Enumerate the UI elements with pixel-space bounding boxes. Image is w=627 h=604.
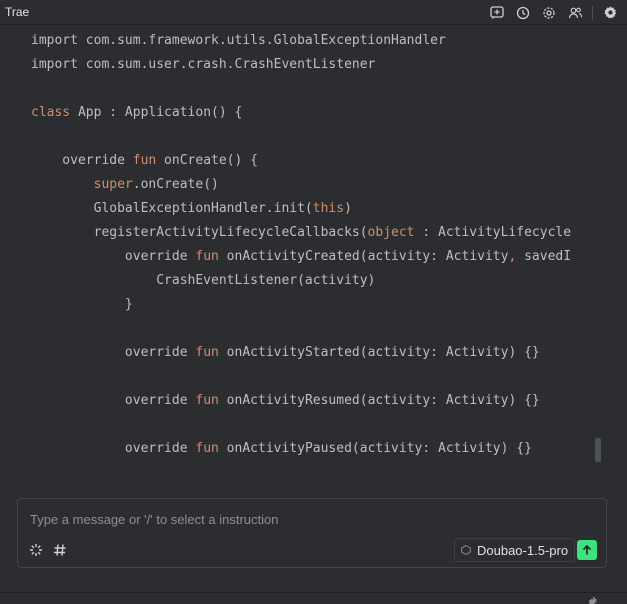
code-text: ) bbox=[344, 201, 352, 216]
code-line: } bbox=[31, 293, 579, 317]
code-line: super.onCreate() bbox=[31, 173, 579, 197]
new-chat-icon[interactable] bbox=[488, 4, 506, 22]
code-text: : ActivityLifecycle bbox=[414, 225, 572, 240]
message-input[interactable] bbox=[28, 511, 592, 528]
code-text: onActivityCreated(activity: Activity bbox=[218, 249, 509, 264]
code-keyword: fun bbox=[195, 249, 219, 264]
code-text: import com.sum.user.crash.CrashEventList… bbox=[31, 57, 376, 72]
code-text: override bbox=[31, 249, 196, 264]
code-keyword: object bbox=[367, 225, 415, 240]
code-text: onActivityPaused(activity: Activity) {} bbox=[218, 441, 532, 456]
model-name: Doubao-1.5-pro bbox=[477, 542, 569, 558]
gear-icon[interactable] bbox=[601, 4, 619, 22]
code-line: override fun onActivityStarted(activity:… bbox=[31, 341, 579, 365]
model-selector[interactable]: Doubao-1.5-pro bbox=[454, 538, 576, 562]
team-icon[interactable] bbox=[566, 4, 584, 22]
code-text: override bbox=[31, 345, 196, 360]
chat-input-box: Doubao-1.5-pro bbox=[17, 498, 607, 568]
code-line: override fun onActivityCreated(activity:… bbox=[31, 245, 579, 269]
code-text: GlobalExceptionHandler.init( bbox=[31, 201, 313, 216]
code-text: savedI bbox=[516, 249, 572, 264]
code-keyword: fun bbox=[195, 441, 219, 456]
code-line: registerActivityLifecycleCallbacks(objec… bbox=[31, 221, 579, 245]
code-line: override fun onActivityPaused(activity: … bbox=[31, 437, 579, 461]
code-lines: import com.sum.framework.utils.GlobalExc… bbox=[31, 29, 579, 461]
code-text: } bbox=[31, 297, 133, 312]
code-keyword: fun bbox=[132, 153, 157, 168]
code-keyword: super bbox=[93, 177, 133, 192]
settings-icon[interactable] bbox=[540, 4, 558, 22]
code-text: override bbox=[31, 153, 133, 168]
code-line: override fun onCreate() { bbox=[31, 149, 579, 173]
code-text: onActivityResumed(activity: Activity) {} bbox=[218, 393, 540, 408]
code-keyword: fun bbox=[195, 393, 219, 408]
code-keyword: fun bbox=[195, 345, 219, 360]
code-text: import com.sum.framework.utils.GlobalExc… bbox=[31, 33, 446, 48]
code-line: GlobalExceptionHandler.init(this) bbox=[31, 197, 579, 221]
code-line: CrashEventListener(activity) bbox=[31, 269, 579, 293]
code-text: CrashEventListener(activity) bbox=[31, 273, 376, 288]
code-line: override fun onActivityResumed(activity:… bbox=[31, 389, 579, 413]
code-text: onCreate() { bbox=[156, 153, 258, 168]
code-keyword: this bbox=[312, 201, 345, 216]
code-text: override bbox=[31, 393, 196, 408]
send-button[interactable] bbox=[577, 540, 597, 560]
arrow-up-icon bbox=[582, 544, 592, 555]
sparkle-icon[interactable] bbox=[28, 542, 44, 558]
code-text: onActivityStarted(activity: Activity) {} bbox=[218, 345, 540, 360]
window-title: Trae bbox=[5, 5, 30, 19]
code-line: import com.sum.framework.utils.GlobalExc… bbox=[31, 29, 579, 53]
code-line: class App : Application() { bbox=[31, 101, 579, 125]
toolbar bbox=[480, 3, 619, 22]
hash-icon[interactable] bbox=[52, 542, 68, 558]
bottom-panel-edge bbox=[0, 592, 627, 603]
code-text: .onCreate() bbox=[132, 177, 219, 192]
code-scrollbar[interactable] bbox=[595, 438, 601, 462]
model-icon bbox=[461, 545, 471, 555]
code-line: import com.sum.user.crash.CrashEventList… bbox=[31, 53, 579, 77]
toolbar-divider bbox=[592, 5, 593, 20]
code-text: override bbox=[31, 441, 196, 456]
code-text: registerActivityLifecycleCallbacks( bbox=[31, 225, 368, 240]
code-keyword: class bbox=[31, 105, 71, 120]
title-bar: Trae bbox=[0, 0, 627, 25]
code-block[interactable]: import com.sum.framework.utils.GlobalExc… bbox=[17, 26, 607, 476]
history-icon[interactable] bbox=[514, 4, 532, 22]
code-text: App : Application() { bbox=[70, 105, 243, 120]
chat-tools bbox=[28, 542, 76, 558]
